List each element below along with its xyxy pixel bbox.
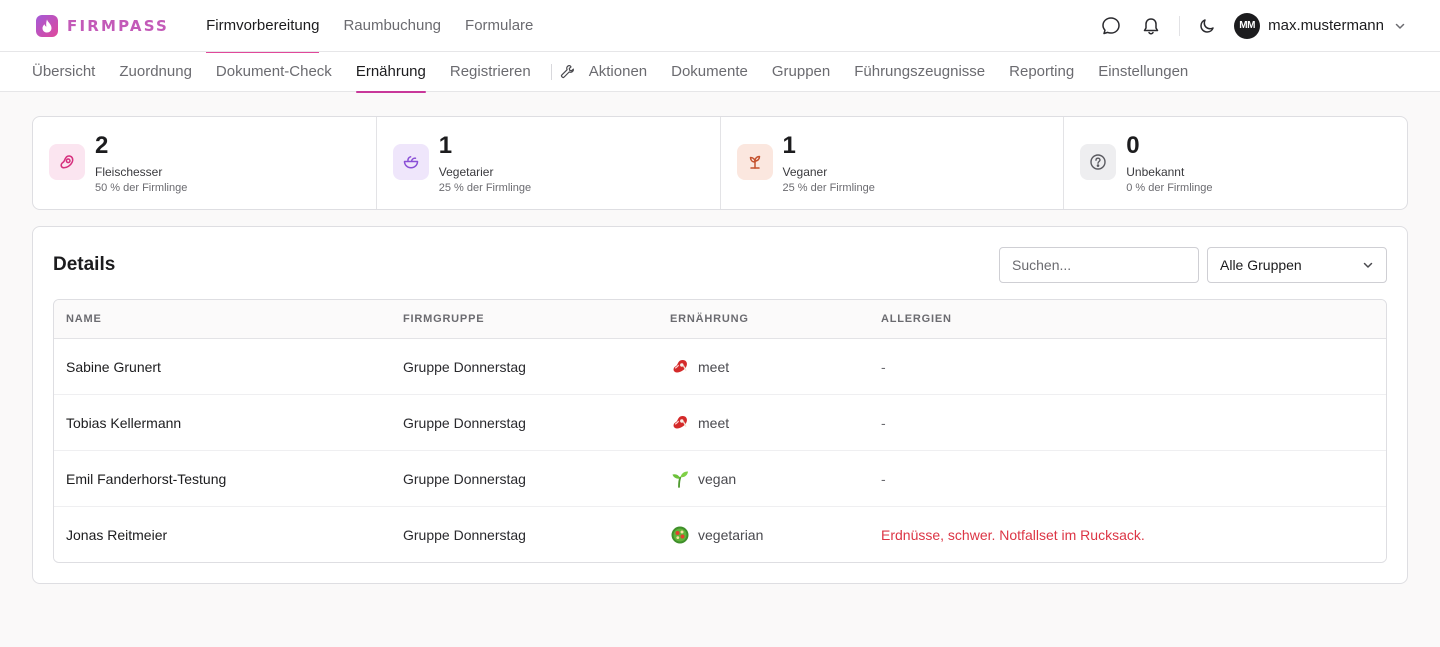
diet-stats: 2 Fleischesser 50 % der Firmlinge 1 Vege… <box>32 116 1408 210</box>
avatar[interactable]: MM <box>1234 12 1261 39</box>
stat-value: 1 <box>438 132 453 159</box>
stat-label: Veganer <box>782 165 828 179</box>
stat-text: 2 Fleischesser 50 % der Firmlinge <box>95 132 188 195</box>
cell-name: Jonas Reitmeier <box>66 527 168 543</box>
user-name[interactable]: max.mustermann <box>1268 17 1384 34</box>
details-card: Details Alle Gruppen Name Firmgruppe Ern… <box>32 226 1408 584</box>
tab-dokument-check[interactable]: Dokument-Check <box>216 52 332 92</box>
table-header: Name Firmgruppe Ernährung Allergien <box>54 300 1386 339</box>
bell-icon[interactable] <box>1140 15 1162 37</box>
column-header-name[interactable]: Name <box>54 313 391 325</box>
cell-name: Tobias Kellermann <box>66 414 182 431</box>
cell-diet: meet <box>658 413 869 433</box>
question-circle-icon <box>1080 144 1117 180</box>
topnav-formulare[interactable]: Formulare <box>465 0 533 52</box>
cell-group: Gruppe Donnerstag <box>403 470 526 487</box>
stat-text: 1 Veganer 25 % der Firmlinge <box>782 132 875 195</box>
diet-label: vegan <box>698 470 737 487</box>
diet-badge: meet <box>670 357 869 377</box>
stat-text: 0 Unbekannt 0 % der Firmlinge <box>1126 132 1213 195</box>
cell-name: Sabine Grunert <box>66 358 161 375</box>
stat-veganer: 1 Veganer 25 % der Firmlinge <box>721 117 1065 209</box>
chevron-down-icon <box>1362 259 1374 271</box>
cell-allergies: - <box>881 470 886 487</box>
topnav-firmvorbereitung[interactable]: Firmvorbereitung <box>206 0 320 53</box>
table-row[interactable]: Tobias Kellermann Gruppe Donnerstag meet… <box>54 395 1386 451</box>
header-actions: MM max.mustermann <box>1100 12 1406 39</box>
diet-badge: vegetarian <box>670 525 869 545</box>
stat-percentage: 0 % der Firmlinge <box>1126 182 1213 194</box>
flame-icon <box>36 14 58 37</box>
diet-badge: vegan <box>670 469 869 489</box>
brand-logo[interactable]: FIRMPASS <box>36 14 170 37</box>
meat-icon <box>49 144 85 180</box>
table-row[interactable]: Jonas Reitmeier Gruppe Donnerstag vegeta… <box>54 507 1386 562</box>
subnav-divider <box>550 63 552 80</box>
tab-ernaehrung[interactable]: Ernährung <box>355 52 426 93</box>
details-title: Details <box>53 254 116 275</box>
cell-group: Gruppe Donnerstag <box>403 358 526 375</box>
meat-emoji-icon <box>670 413 690 433</box>
cell-group: Gruppe Donnerstag <box>403 414 526 431</box>
tab-zuordnung[interactable]: Zuordnung <box>119 52 192 92</box>
diet-label: vegetarian <box>698 527 764 543</box>
cell-name: Emil Fanderhorst-Testung <box>66 470 227 487</box>
sprout-icon <box>736 144 773 180</box>
topnav-raumbuchung[interactable]: Raumbuchung <box>343 0 441 52</box>
cell-allergies: Erdnüsse, schwer. Notfallset im Rucksack… <box>881 527 1145 543</box>
header-divider <box>1179 15 1181 36</box>
tab-reporting[interactable]: Reporting <box>1009 52 1074 92</box>
stat-value: 1 <box>782 132 796 159</box>
top-header: FIRMPASS Firmvorbereitung Raumbuchung Fo… <box>0 0 1440 53</box>
meat-emoji-icon <box>670 357 690 377</box>
stat-vegetarier: 1 Vegetarier 25 % der Firmlinge <box>377 117 721 209</box>
group-filter-value: Alle Gruppen <box>1220 257 1302 273</box>
top-navigation: Firmvorbereitung Raumbuchung Formulare <box>206 0 557 53</box>
tab-fuehrungszeugnisse[interactable]: Führungszeugnisse <box>854 52 985 92</box>
chevron-down-icon[interactable] <box>1394 20 1406 32</box>
search-input[interactable] <box>999 247 1199 283</box>
column-header-diet[interactable]: Ernährung <box>658 313 869 325</box>
sub-navigation: Übersicht Zuordnung Dokument-Check Ernäh… <box>0 52 1440 93</box>
salad-bowl-icon <box>392 144 429 180</box>
salad-emoji-icon <box>670 525 690 545</box>
diet-label: meet <box>698 358 730 375</box>
table-row[interactable]: Sabine Grunert Gruppe Donnerstag meet - <box>54 339 1386 395</box>
stat-percentage: 25 % der Firmlinge <box>782 182 875 194</box>
cell-allergies: - <box>881 358 886 375</box>
stat-label: Vegetarier <box>438 165 494 179</box>
stat-unbekannt: 0 Unbekannt 0 % der Firmlinge <box>1064 117 1407 209</box>
stat-label: Fleischesser <box>95 165 163 179</box>
column-header-allergies[interactable]: Allergien <box>869 313 1386 325</box>
brand-name: FIRMPASS <box>67 16 170 35</box>
column-header-group[interactable]: Firmgruppe <box>391 313 658 325</box>
tab-gruppen[interactable]: Gruppen <box>772 52 830 92</box>
tab-aktionen[interactable]: Aktionen <box>589 52 647 92</box>
seedling-emoji-icon <box>670 469 690 489</box>
diet-table: Name Firmgruppe Ernährung Allergien Sabi… <box>53 299 1387 563</box>
wrench-icon <box>560 64 575 79</box>
diet-label: meet <box>698 414 730 431</box>
diet-badge: meet <box>670 413 869 433</box>
stat-value: 2 <box>95 132 109 159</box>
table-row[interactable]: Emil Fanderhorst-Testung Gruppe Donnerst… <box>54 451 1386 507</box>
chat-icon[interactable] <box>1100 15 1122 37</box>
stat-fleischesser: 2 Fleischesser 50 % der Firmlinge <box>33 117 377 209</box>
cell-diet: vegetarian <box>658 525 869 545</box>
tab-registrieren[interactable]: Registrieren <box>450 52 531 92</box>
stat-label: Unbekannt <box>1126 165 1185 179</box>
stat-percentage: 25 % der Firmlinge <box>438 182 532 194</box>
cell-diet: vegan <box>658 469 869 489</box>
stat-text: 1 Vegetarier 25 % der Firmlinge <box>438 132 532 195</box>
tab-uebersicht[interactable]: Übersicht <box>32 52 95 92</box>
cell-allergies: - <box>881 414 886 431</box>
stat-percentage: 50 % der Firmlinge <box>95 182 188 194</box>
tab-einstellungen[interactable]: Einstellungen <box>1098 52 1188 92</box>
moon-icon[interactable] <box>1196 15 1218 37</box>
group-filter-select[interactable]: Alle Gruppen <box>1207 247 1387 283</box>
stat-value: 0 <box>1126 132 1140 159</box>
tab-dokumente[interactable]: Dokumente <box>671 52 748 92</box>
cell-group: Gruppe Donnerstag <box>403 527 526 543</box>
cell-diet: meet <box>658 357 869 377</box>
